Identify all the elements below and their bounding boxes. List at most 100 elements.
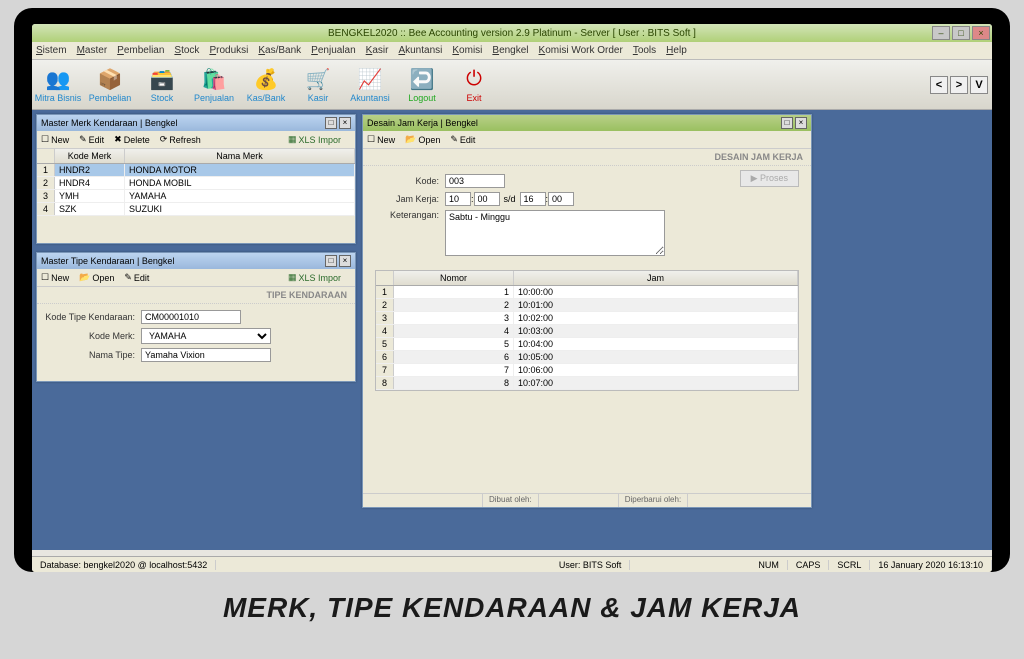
kode-input[interactable]	[445, 174, 505, 188]
edit-button[interactable]: ✎ Edit	[124, 272, 149, 283]
nama-tipe-label: Nama Tipe:	[45, 350, 141, 360]
menu-bengkel[interactable]: Bengkel	[492, 45, 528, 56]
delete-button[interactable]: ✖ Delete	[114, 134, 150, 145]
window-titlebar: BENGKEL2020 :: Bee Accounting version 2.…	[32, 24, 992, 42]
jamkerja-label: Jam Kerja:	[375, 194, 445, 204]
col-nama-merk[interactable]: Nama Merk	[125, 149, 355, 163]
kode-merk-select[interactable]: YAMAHA	[141, 328, 271, 344]
hour-start-input[interactable]	[445, 192, 471, 206]
toolbar-kasir[interactable]: 🛒Kasir	[292, 62, 344, 108]
nav-prev-button[interactable]: <	[930, 76, 948, 94]
maximize-icon[interactable]: □	[325, 255, 337, 267]
maximize-icon[interactable]: □	[781, 117, 793, 129]
table-row[interactable]: 11 10:00:00	[376, 286, 798, 299]
keterangan-input[interactable]: Sabtu - Minggu	[445, 210, 665, 256]
toolbar-logout[interactable]: ↩️Logout	[396, 62, 448, 108]
menubar: Sistem Master Pembelian Stock Produksi Kas/Ba…	[32, 42, 992, 60]
table-row[interactable]: 55 10:04:00	[376, 338, 798, 351]
status-caps: CAPS	[788, 560, 830, 570]
col-jam[interactable]: Jam	[514, 271, 798, 285]
table-row[interactable]: 77 10:06:00	[376, 364, 798, 377]
app-screen: BENGKEL2020 :: Bee Accounting version 2.…	[32, 24, 992, 572]
menu-produksi[interactable]: Produksi	[209, 45, 248, 56]
toolbar-exit[interactable]: ⏻Exit	[448, 62, 500, 108]
status-db: Database: bengkel2020 @ localhost:5432	[32, 560, 216, 570]
maximize-button[interactable]: □	[952, 26, 970, 40]
min-start-input[interactable]	[474, 192, 500, 206]
menu-komisi[interactable]: Komisi	[452, 45, 482, 56]
refresh-button[interactable]: ⟳ Refresh	[160, 134, 201, 145]
maximize-icon[interactable]: □	[325, 117, 337, 129]
kode-tipe-input[interactable]	[141, 310, 241, 324]
open-button[interactable]: 📂 Open	[405, 134, 440, 145]
xls-import-button[interactable]: ▦ XLS Impor	[288, 272, 341, 283]
kode-tipe-label: Kode Tipe Kendaraan:	[45, 312, 141, 322]
close-icon[interactable]: ×	[795, 117, 807, 129]
jam-toolbar: ☐ New 📂 Open ✎ Edit	[363, 131, 811, 149]
table-row[interactable]: 3YMHYAMAHA	[37, 190, 355, 203]
toolbar-pembelian[interactable]: 📦Pembelian	[84, 62, 136, 108]
jam-window: Desain Jam Kerja | Bengkel □ × ☐ New 📂 O…	[362, 114, 812, 508]
toolbar-stock[interactable]: 🗃️Stock	[136, 62, 188, 108]
min-end-input[interactable]	[548, 192, 574, 206]
menu-master[interactable]: Master	[77, 45, 108, 56]
toolbar-mitrabisnis[interactable]: 👥Mitra Bisnis	[32, 62, 84, 108]
new-button[interactable]: ☐ New	[41, 272, 69, 283]
menu-pembelian[interactable]: Pembelian	[117, 45, 164, 56]
nama-tipe-input[interactable]	[141, 348, 271, 362]
table-row[interactable]: 2HNDR4HONDA MOBIL	[37, 177, 355, 190]
tipe-window-titlebar[interactable]: Master Tipe Kendaraan | Bengkel □ ×	[37, 253, 355, 269]
tipe-section-title: TIPE KENDARAAN	[37, 287, 355, 304]
close-icon[interactable]: ×	[339, 255, 351, 267]
mdi-area: Master Merk Kendaraan | Bengkel □ × ☐ Ne…	[32, 110, 992, 550]
dibuat-label: Dibuat oleh:	[483, 494, 539, 507]
page-caption: MERK, TIPE KENDARAAN & JAM KERJA	[0, 572, 1024, 644]
main-toolbar: 👥Mitra Bisnis📦Pembelian🗃️Stock🛍️Penjuala…	[32, 60, 992, 110]
tipe-window: Master Tipe Kendaraan | Bengkel □ × ☐ Ne…	[36, 252, 356, 382]
new-button[interactable]: ☐ New	[41, 134, 69, 145]
table-row[interactable]: 44 10:03:00	[376, 325, 798, 338]
col-kode-merk[interactable]: Kode Merk	[55, 149, 125, 163]
nav-next-button[interactable]: >	[950, 76, 968, 94]
menu-penjualan[interactable]: Penjualan	[311, 45, 355, 56]
minimize-button[interactable]: –	[932, 26, 950, 40]
toolbar-penjualan[interactable]: 🛍️Penjualan	[188, 62, 240, 108]
menu-kasbank[interactable]: Kas/Bank	[258, 45, 301, 56]
merk-toolbar: ☐ New ✎ Edit ✖ Delete ⟳ Refresh ▦ XLS Im…	[37, 131, 355, 149]
menu-akuntansi[interactable]: Akuntansi	[398, 45, 442, 56]
open-button[interactable]: 📂 Open	[79, 272, 114, 283]
jam-window-titlebar[interactable]: Desain Jam Kerja | Bengkel □ ×	[363, 115, 811, 131]
menu-sistem[interactable]: Sistem	[36, 45, 67, 56]
hour-end-input[interactable]	[520, 192, 546, 206]
menu-komisiworkorder[interactable]: Komisi Work Order	[539, 45, 623, 56]
menu-tools[interactable]: Tools	[633, 45, 656, 56]
menu-help[interactable]: Help	[666, 45, 687, 56]
table-row[interactable]: 33 10:02:00	[376, 312, 798, 325]
menu-kasir[interactable]: Kasir	[366, 45, 389, 56]
xls-import-button[interactable]: ▦ XLS Impor	[288, 134, 341, 145]
edit-button[interactable]: ✎ Edit	[450, 134, 475, 145]
table-row[interactable]: 4SZKSUZUKI	[37, 203, 355, 216]
table-row[interactable]: 66 10:05:00	[376, 351, 798, 364]
proses-button[interactable]: ▶ Proses	[740, 170, 799, 187]
col-nomor[interactable]: Nomor	[394, 271, 514, 285]
table-row[interactable]: 1HNDR2HONDA MOTOR	[37, 164, 355, 177]
close-button[interactable]: ×	[972, 26, 990, 40]
tipe-toolbar: ☐ New 📂 Open ✎ Edit ▦ XLS Impor	[37, 269, 355, 287]
status-num: NUM	[750, 560, 788, 570]
menu-stock[interactable]: Stock	[174, 45, 199, 56]
jam-grid[interactable]: Nomor Jam 11 10:00:0022 10:01:0033 10:02…	[375, 270, 799, 391]
status-date: 16 January 2020 16:13:10	[870, 560, 992, 570]
close-icon[interactable]: ×	[339, 117, 351, 129]
keterangan-label: Keterangan:	[375, 210, 445, 220]
toolbar-akuntansi[interactable]: 📈Akuntansi	[344, 62, 396, 108]
merk-grid[interactable]: Kode Merk Nama Merk 1HNDR2HONDA MOTOR2HN…	[37, 149, 355, 216]
table-row[interactable]: 22 10:01:00	[376, 299, 798, 312]
edit-button[interactable]: ✎ Edit	[79, 134, 104, 145]
table-row[interactable]: 88 10:07:00	[376, 377, 798, 390]
new-button[interactable]: ☐ New	[367, 134, 395, 145]
toolbar-kasbank[interactable]: 💰Kas/Bank	[240, 62, 292, 108]
merk-window-titlebar[interactable]: Master Merk Kendaraan | Bengkel □ ×	[37, 115, 355, 131]
status-user: User: BITS Soft	[551, 560, 631, 570]
nav-v-button[interactable]: V	[970, 76, 988, 94]
